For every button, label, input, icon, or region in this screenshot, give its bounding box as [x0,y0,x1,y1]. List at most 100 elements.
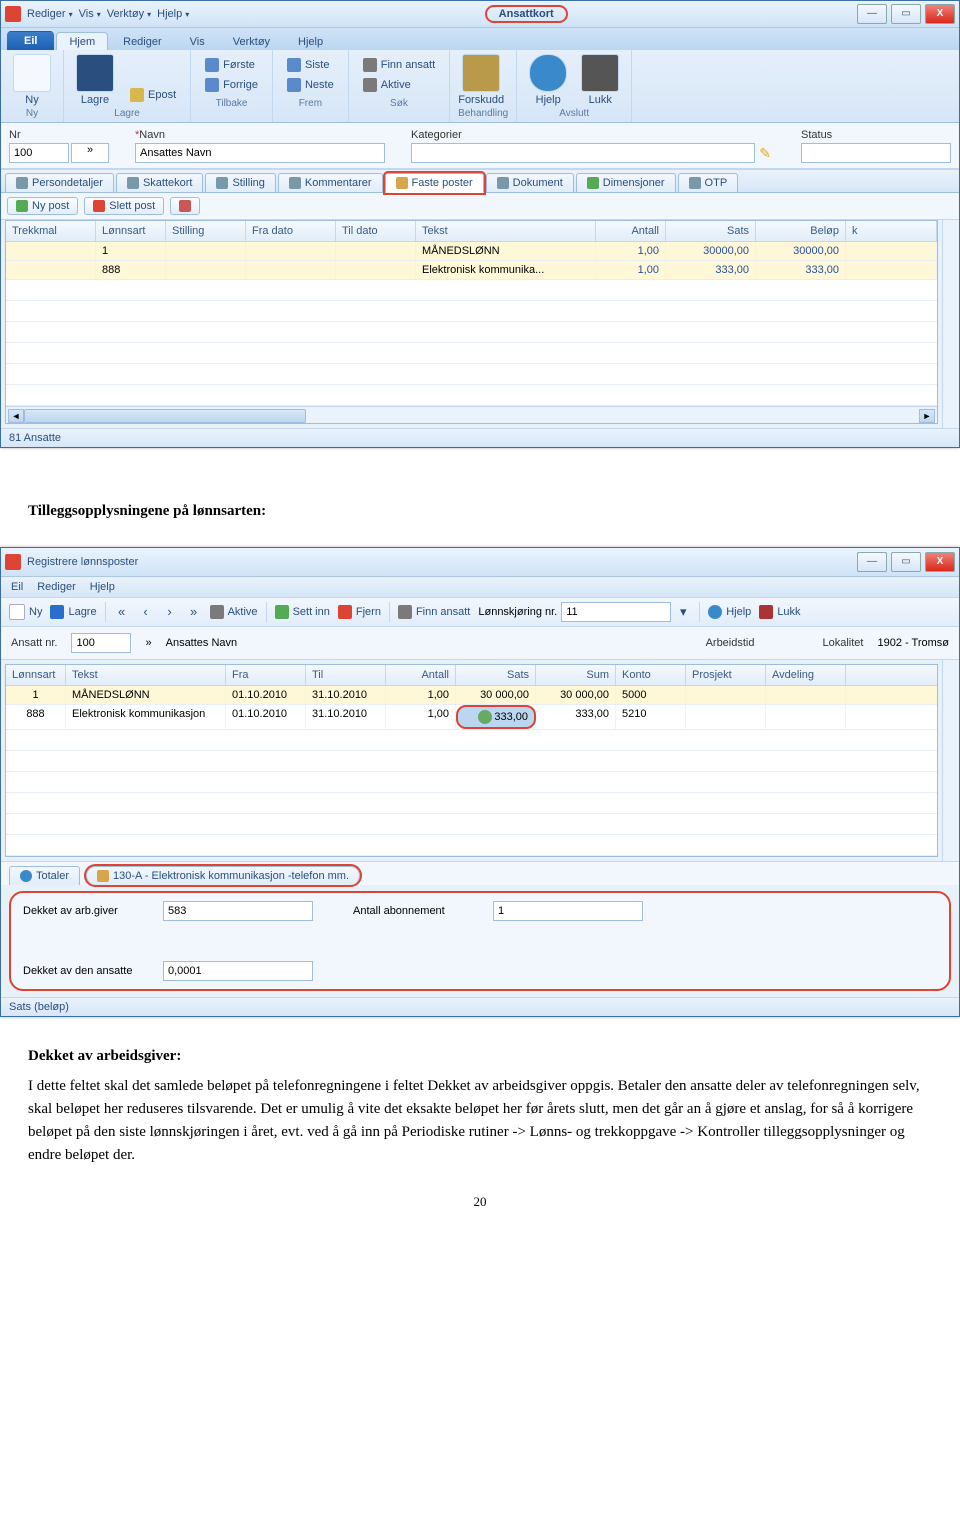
table-row[interactable]: 1 MÅNEDSLØNN 01.10.2010 31.10.2010 1,00 … [6,686,937,705]
kategorier-input[interactable] [411,143,755,163]
lukk-button[interactable]: Lukk [577,54,623,106]
col-til-dato[interactable]: Til dato [336,221,416,241]
ribbon-tab-vis[interactable]: Vis [177,32,218,50]
siste-button[interactable]: Siste [285,56,331,74]
col-sats[interactable]: Sats [666,221,756,241]
dropdown-icon[interactable]: ▾ [675,604,691,620]
menu-hjelp[interactable]: Hjelp ▾ [157,8,189,20]
status-input[interactable] [801,143,951,163]
menu-hjelp[interactable]: Hjelp [90,581,115,593]
menu-verktoy[interactable]: Verktøy ▾ [107,8,151,20]
col-tekst[interactable]: Tekst [66,665,226,685]
menu-fil[interactable]: Eil [11,581,23,593]
lagre-button[interactable]: Lagre [50,605,96,619]
col-tekst[interactable]: Tekst [416,221,596,241]
last-icon[interactable]: » [186,604,202,620]
finn-button[interactable]: Finn ansatt [398,605,470,619]
col-antall[interactable]: Antall [596,221,666,241]
ribbon-tab-hjelp[interactable]: Hjelp [285,32,336,50]
tab-skattekort[interactable]: Skattekort [116,173,204,192]
check-button[interactable] [170,197,200,215]
forste-button[interactable]: Første [203,56,257,74]
table-row[interactable]: 888 Elektronisk kommunikasjon 01.10.2010… [6,705,937,730]
hjelp-button[interactable]: Hjelp [708,605,751,619]
aktive-button[interactable]: Aktive [361,76,413,94]
maximize-button[interactable]: ▭ [891,4,921,24]
tab-130a[interactable]: 130-A - Elektronisk kommunikasjon -telef… [86,866,360,885]
forrige-button[interactable]: Forrige [203,76,260,94]
vertical-scrollbar[interactable] [942,220,959,428]
col-sats[interactable]: Sats [456,665,536,685]
scroll-right-icon[interactable]: ► [919,409,935,423]
nr-label: Nr [9,129,109,141]
col-lonnsart[interactable]: Lønnsart [6,665,66,685]
minimize-button[interactable]: — [857,4,887,24]
ny-post-button[interactable]: Ny post [7,197,78,215]
lukk-button[interactable]: Lukk [759,605,800,619]
col-konto[interactable]: Konto [616,665,686,685]
antall-ab-input[interactable] [493,901,643,921]
table-row[interactable]: 888 Elektronisk kommunika... 1,00 333,00… [6,261,937,280]
col-trekkmal[interactable]: Trekkmal [6,221,96,241]
tab-dimensjoner[interactable]: Dimensjoner [576,173,676,192]
col-sum[interactable]: Sum [536,665,616,685]
menu-vis[interactable]: Vis ▾ [79,8,101,20]
menu-rediger[interactable]: Rediger ▾ [27,8,73,20]
ribbon-tab-verktoy[interactable]: Verktøy [220,32,283,50]
aktive-button[interactable]: Aktive [210,605,258,619]
scroll-left-icon[interactable]: ◄ [8,409,24,423]
pencil-icon[interactable]: ✎ [755,143,775,164]
tab-stilling[interactable]: Stilling [205,173,275,192]
hjelp-button[interactable]: Hjelp [525,54,571,106]
tab-otp[interactable]: OTP [678,173,739,192]
col-avdeling[interactable]: Avdeling [766,665,846,685]
close-button[interactable]: X [925,552,955,572]
ny-button[interactable]: Ny [9,604,42,620]
lonnskjoring-input[interactable] [561,602,671,622]
epost-button[interactable]: Epost [128,86,178,104]
col-prosjekt[interactable]: Prosjekt [686,665,766,685]
tab-faste-poster[interactable]: Faste poster [385,173,484,193]
finn-button[interactable]: Finn ansatt [361,56,437,74]
col-belop[interactable]: Beløp [756,221,846,241]
lookup-button[interactable]: » [145,637,151,649]
nr-input[interactable] [9,143,69,163]
col-fra[interactable]: Fra [226,665,306,685]
col-til[interactable]: Til [306,665,386,685]
scroll-thumb[interactable] [24,409,306,423]
dekket-ans-input[interactable] [163,961,313,981]
ribbon-tab-hjem[interactable]: Hjem [56,32,108,50]
maximize-button[interactable]: ▭ [891,552,921,572]
close-button[interactable]: X [925,4,955,24]
ribbon-tab-fil[interactable]: Eil [7,31,54,50]
col-fra-dato[interactable]: Fra dato [246,221,336,241]
settinn-button[interactable]: Sett inn [275,605,330,619]
vertical-scrollbar[interactable] [942,660,959,861]
minimize-button[interactable]: — [857,552,887,572]
col-stilling[interactable]: Stilling [166,221,246,241]
prev-icon[interactable]: ‹ [138,604,154,620]
col-lonnsart[interactable]: Lønnsart [96,221,166,241]
neste-button[interactable]: Neste [285,76,336,94]
menu-rediger[interactable]: Rediger [37,581,76,593]
tab-persondetaljer[interactable]: Persondetaljer [5,173,114,192]
forskudd-button[interactable]: Forskudd [458,54,504,106]
tab-kommentarer[interactable]: Kommentarer [278,173,383,192]
navn-input[interactable] [135,143,385,163]
col-antall[interactable]: Antall [386,665,456,685]
horizontal-scrollbar[interactable]: ◄ ► [6,406,937,423]
nr-lookup-button[interactable]: » [71,143,109,163]
fjern-button[interactable]: Fjern [338,605,381,619]
ny-button[interactable]: Ny [9,54,55,106]
tab-dokument[interactable]: Dokument [486,173,574,192]
slett-post-button[interactable]: Slett post [84,197,164,215]
ansattnr-input[interactable] [71,633,131,653]
next-icon[interactable]: › [162,604,178,620]
ribbon-tab-rediger[interactable]: Rediger [110,32,175,50]
tab-totaler[interactable]: Totaler [9,866,80,885]
first-icon[interactable]: « [114,604,130,620]
col-k[interactable]: k [846,221,937,241]
lagre-button[interactable]: Lagre [72,54,118,106]
dekket-arb-input[interactable] [163,901,313,921]
table-row[interactable]: 1 MÅNEDSLØNN 1,00 30000,00 30000,00 [6,242,937,261]
